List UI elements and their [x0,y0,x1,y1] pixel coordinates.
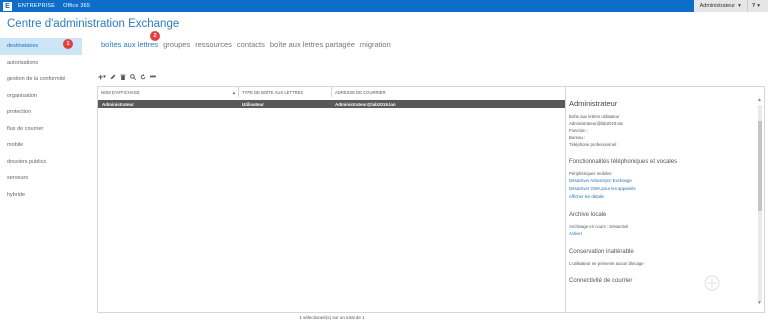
details-line: L'utilisateur ne présente aucun blocage [569,261,644,266]
cell-mailbox-type: Utilisateur [242,101,265,107]
enable-archive-link[interactable]: Activer [569,230,754,238]
details-line: Périphériques mobiles [569,171,612,176]
details-line: Administrateur@lab2019.lan [569,121,624,126]
column-header-mailbox-type[interactable]: TYPE DE BOÎTE AUX LETTRES [238,87,331,97]
scroll-thumb[interactable] [758,121,762,211]
tab-migration[interactable]: migration [360,40,391,49]
mailbox-grid: NOM D'AFFICHAGE ▲ TYPE DE BOÎTE AUX LETT… [97,86,765,313]
step-badge-1: 1 [63,39,73,49]
tab-boites-aux-lettres[interactable]: boîtes aux lettres [101,40,158,49]
plus-icon[interactable]: + ▾ [98,72,106,82]
details-line: Archivage en cours : Désactivé [569,224,629,229]
sidebar-item-protection[interactable]: protection [0,104,82,121]
office-logo-icon[interactable]: E [3,1,12,11]
watermark-icon [700,274,724,292]
sort-arrow-icon: ▲ [232,89,236,95]
sidebar-item-organisation[interactable]: organisation [0,88,82,105]
details-line: Boîte aux lettres utilisateur [569,114,620,119]
brand-label: ENTREPRISE [18,3,56,9]
pencil-icon[interactable] [110,74,116,80]
chevron-down-icon: ▾ [757,3,760,9]
toolbar: + ▾ ••• [98,72,156,82]
help-icon: ? [751,3,756,9]
view-details-link[interactable]: Afficher les détails [569,193,754,201]
column-header-email-address[interactable]: ADRESSE DE COURRIER [331,87,566,97]
chevron-down-icon: ▾ [738,3,741,9]
details-line: Bureau : [569,135,586,140]
sidebar: destinataires autorisations gestion de l… [0,38,82,203]
scroll-up-icon[interactable]: ▲ [757,97,762,103]
page-title: Centre d'administration Exchange [7,18,180,30]
disable-owa-devices-link[interactable]: Désactiver OWA pour les appareils [569,185,754,193]
section-heading-archive: Archive locale [569,212,607,218]
top-bar: E ENTREPRISE Office 365 Administrateur ▾… [0,0,768,12]
search-icon[interactable] [129,74,136,80]
table-row[interactable]: Administrateur Utilisateur Administrateu… [98,100,565,108]
details-line: Fonction : [569,128,588,133]
disable-activesync-link[interactable]: Désactiver ActiveSync Exchange [569,177,754,185]
pane-divider [565,87,566,312]
refresh-icon[interactable] [140,74,146,80]
more-icon[interactable]: ••• [150,74,156,81]
details-scrollbar[interactable]: ▲ ▼ [756,97,764,307]
user-menu[interactable]: Administrateur ▾ [693,0,747,12]
details-pane: Administrateur Boîte aux lettres utilisa… [569,99,754,311]
user-name: Administrateur [699,3,736,9]
tab-ressources[interactable]: ressources [195,40,232,49]
sidebar-item-dossiers-publics[interactable]: dossiers publics [0,154,82,171]
details-title: Administrateur [569,99,618,108]
sidebar-item-mobile[interactable]: mobile [0,137,82,154]
status-text: 1 sélectionné(s) sur un total de 1 [299,315,365,320]
sidebar-item-autorisations[interactable]: autorisations [0,55,82,72]
tab-groupes[interactable]: groupes [163,40,190,49]
column-header-display-name[interactable]: NOM D'AFFICHAGE ▲ [98,87,238,97]
section-heading-hold: Conservation inaltérable [569,249,634,255]
section-heading-phone: Fonctionnalités téléphoniques et vocales [569,159,678,165]
tab-contacts[interactable]: contacts [237,40,265,49]
tab-bar: boîtes aux lettres groupes ressources co… [101,40,396,49]
details-line: Téléphone professionnel : [569,142,619,147]
cell-email: Administrateur@lab2019.lan [335,101,396,107]
product-label[interactable]: Office 365 [63,3,90,9]
cell-display-name: Administrateur [102,101,135,107]
scroll-down-icon[interactable]: ▼ [757,300,762,306]
section-heading-connectivity: Connectivité de courrier [569,278,633,284]
trash-icon[interactable] [120,74,126,80]
sidebar-item-serveurs[interactable]: serveurs [0,170,82,187]
sidebar-item-flux-courrier[interactable]: flux de courrier [0,121,82,138]
tab-boite-partagee[interactable]: boîte aux lettres partagée [270,40,355,49]
sidebar-item-conformite[interactable]: gestion de la conformité [0,71,82,88]
help-menu[interactable]: ? ▾ [746,0,768,12]
sidebar-item-hybride[interactable]: hybride [0,187,82,204]
